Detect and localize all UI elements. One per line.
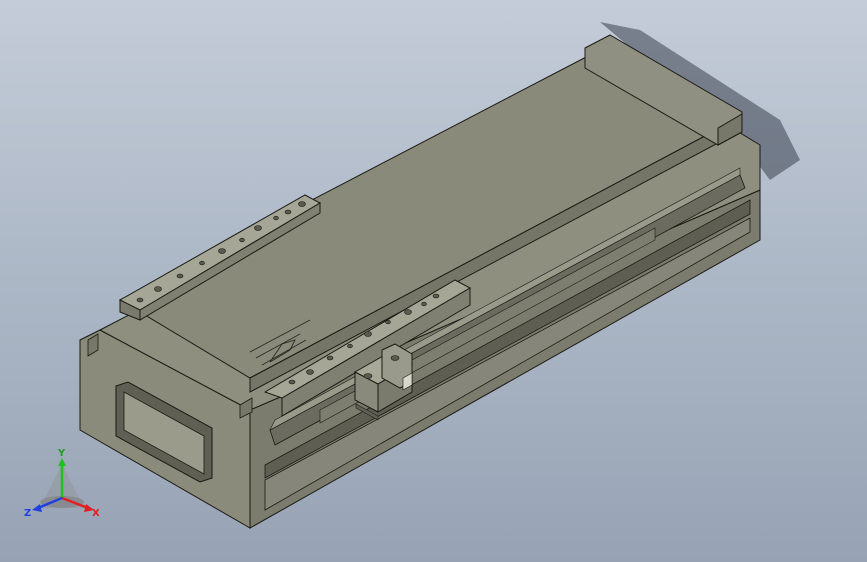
- y-axis-label: Y: [57, 448, 66, 459]
- y-axis-arrow: [58, 458, 66, 466]
- actuator-model[interactable]: [0, 0, 867, 562]
- slider-hole: [363, 373, 373, 379]
- z-axis-arrow: [32, 504, 42, 512]
- x-axis-label: X: [92, 508, 100, 519]
- graphics-viewport[interactable]: Y X Z: [0, 0, 867, 562]
- slider-hole: [390, 355, 400, 361]
- reference-triad[interactable]: Y X Z: [22, 446, 106, 526]
- z-axis-label: Z: [24, 508, 31, 519]
